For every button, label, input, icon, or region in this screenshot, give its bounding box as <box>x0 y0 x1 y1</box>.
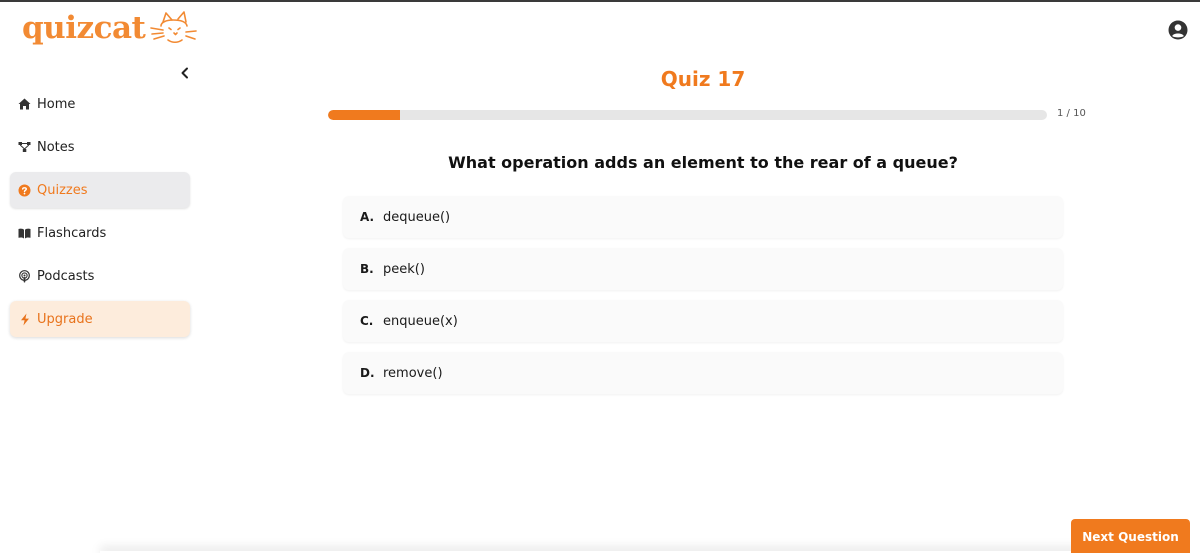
question-text: What operation adds an element to the re… <box>448 153 958 172</box>
option-letter: A. <box>360 210 375 224</box>
sidebar-item-label: Home <box>37 96 76 112</box>
quiz-title: Quiz 17 <box>660 67 746 91</box>
app-window: quizcat Home Notes Quizzes Flashcards Po… <box>0 0 1200 553</box>
account-icon[interactable] <box>1168 20 1188 40</box>
sidebar-item-label: Flashcards <box>37 225 107 241</box>
answer-option-a[interactable]: A. dequeue() <box>343 196 1063 238</box>
question-circle-icon <box>18 184 31 197</box>
next-question-button[interactable]: Next Question <box>1071 519 1190 553</box>
option-letter: D. <box>360 366 375 380</box>
sidebar-item-label: Upgrade <box>37 311 93 327</box>
home-icon <box>18 98 31 111</box>
progress-bar-fill <box>328 110 400 120</box>
option-letter: B. <box>360 262 374 276</box>
progress-bar <box>328 110 1047 120</box>
progress-label: 1 / 10 <box>1057 108 1086 119</box>
answer-option-b[interactable]: B. peek() <box>343 248 1063 290</box>
answer-options: A. dequeue() B. peek() C. enqueue(x) D. … <box>343 196 1063 404</box>
book-icon <box>18 227 31 240</box>
sidebar-item-label: Quizzes <box>37 182 88 198</box>
option-text: enqueue(x) <box>383 313 458 329</box>
bolt-icon <box>18 313 31 326</box>
sidebar-item-podcasts[interactable]: Podcasts <box>10 258 190 294</box>
logo[interactable]: quizcat <box>22 8 198 48</box>
podcast-icon <box>18 269 31 283</box>
cat-logo-icon <box>150 11 198 44</box>
sidebar-item-label: Podcasts <box>37 268 95 284</box>
sidebar-item-upgrade[interactable]: Upgrade <box>10 301 190 337</box>
option-text: remove() <box>383 365 443 381</box>
option-text: dequeue() <box>383 209 451 225</box>
chevron-left-icon <box>181 67 188 79</box>
sidebar-item-notes[interactable]: Notes <box>10 129 190 165</box>
answer-option-c[interactable]: C. enqueue(x) <box>343 300 1063 342</box>
logo-text: quizcat <box>22 10 146 46</box>
notes-icon <box>18 141 31 154</box>
answer-option-d[interactable]: D. remove() <box>343 352 1063 394</box>
sidebar: Home Notes Quizzes Flashcards Podcasts U… <box>10 86 190 344</box>
sidebar-item-flashcards[interactable]: Flashcards <box>10 215 190 251</box>
collapse-sidebar-button[interactable] <box>177 65 193 81</box>
option-text: peek() <box>383 261 425 277</box>
sidebar-item-label: Notes <box>37 139 75 155</box>
sidebar-item-quizzes[interactable]: Quizzes <box>10 172 190 208</box>
sidebar-item-home[interactable]: Home <box>10 86 190 122</box>
option-letter: C. <box>360 314 374 328</box>
